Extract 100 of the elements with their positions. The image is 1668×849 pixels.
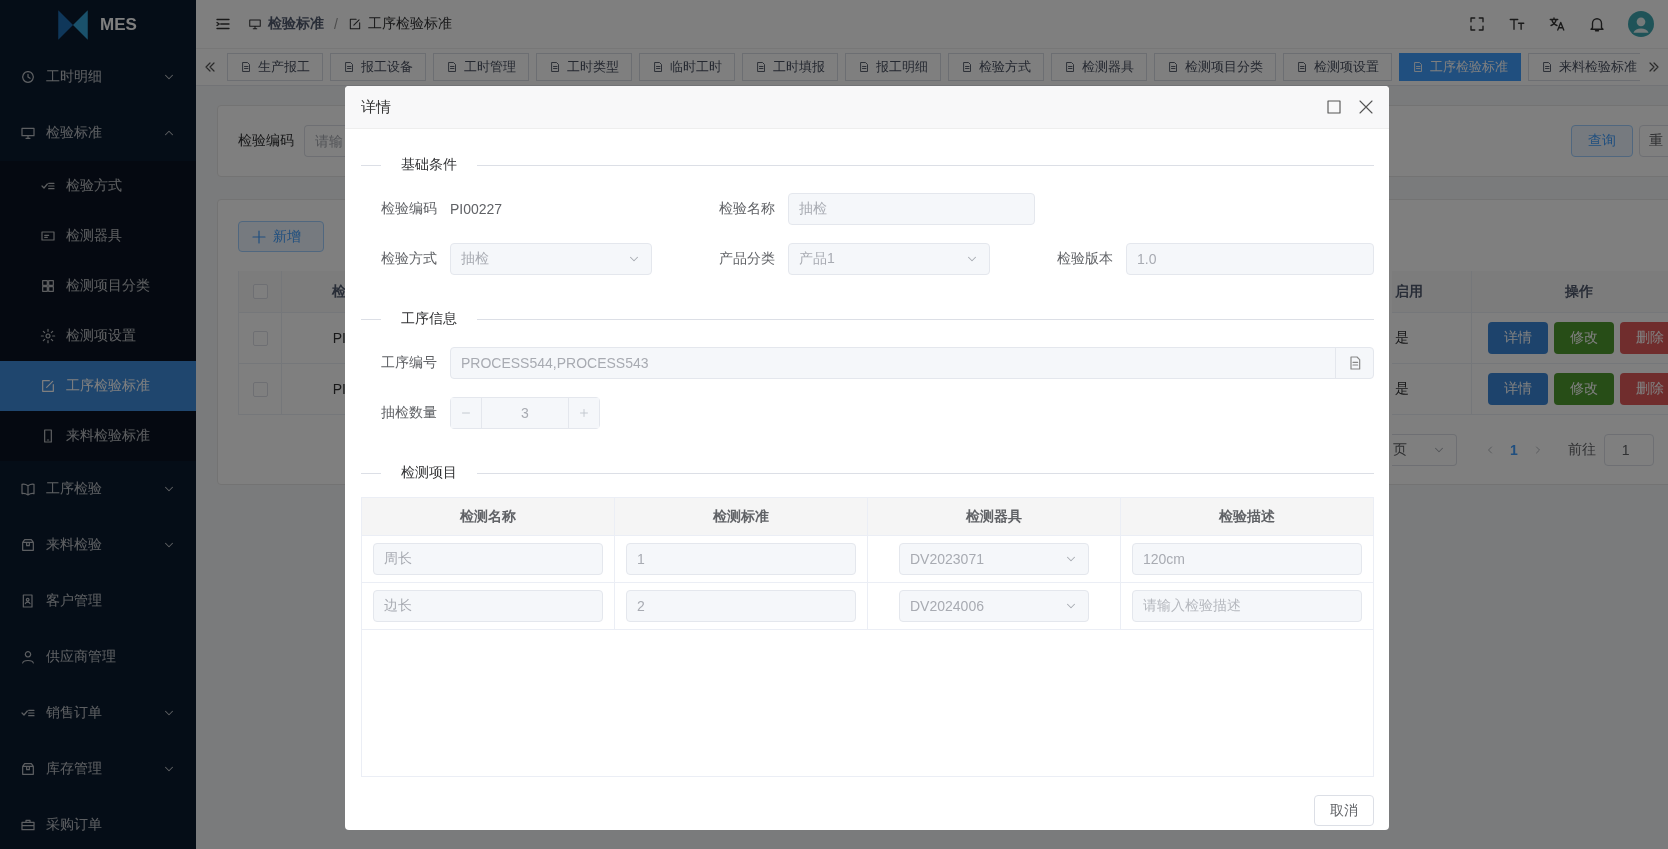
tab[interactable]: 工时管理: [433, 53, 529, 81]
standard-field[interactable]: 1: [626, 543, 856, 575]
gear-icon: [40, 328, 56, 344]
submenu-item[interactable]: 检测器具: [0, 211, 196, 261]
menu-item[interactable]: 库存管理: [0, 741, 196, 797]
menu-item[interactable]: 采购订单: [0, 797, 196, 849]
instrument-select[interactable]: DV2024006: [899, 590, 1089, 622]
document-icon: [240, 61, 252, 73]
bell-icon[interactable]: [1588, 15, 1606, 33]
delete-button[interactable]: 删除: [1620, 373, 1668, 405]
menu-item[interactable]: 供应商管理: [0, 629, 196, 685]
search-label: 检验编码: [238, 132, 294, 150]
tab[interactable]: 检测项目分类: [1154, 53, 1276, 81]
name-field[interactable]: 周长: [373, 543, 603, 575]
avatar-icon[interactable]: [1628, 11, 1654, 37]
column-header: 检测名称: [362, 498, 615, 535]
description-field[interactable]: 请输入检验描述: [1132, 590, 1362, 622]
document-icon: [652, 61, 664, 73]
column-header: 操作: [1564, 281, 1594, 301]
method-select[interactable]: 抽检: [450, 243, 652, 275]
process-field[interactable]: PROCESS544,PROCESS543: [450, 347, 1374, 379]
breadcrumb-item[interactable]: 工序检验标准: [367, 15, 452, 33]
submenu-item[interactable]: 检测项目分类: [0, 261, 196, 311]
plus-icon: [251, 228, 267, 245]
monitor-icon: [20, 125, 36, 141]
cancel-button[interactable]: 取消: [1314, 795, 1374, 826]
edit-button[interactable]: 修改: [1554, 322, 1614, 354]
table-cell-text: PI: [331, 380, 347, 399]
tab[interactable]: 工序检验标准: [1399, 53, 1521, 81]
standard-field[interactable]: 2: [626, 590, 856, 622]
document-icon: [1296, 61, 1308, 73]
document-icon: [1412, 61, 1424, 73]
query-button[interactable]: 查询: [1571, 125, 1633, 157]
plus-icon: [578, 407, 590, 419]
table-cell: 是: [1392, 313, 1472, 363]
details-button[interactable]: 详情: [1488, 373, 1548, 405]
menu-item[interactable]: 客户管理: [0, 573, 196, 629]
section-title: 检测项目: [400, 464, 458, 482]
field-label: 抽检数量: [381, 404, 438, 422]
fullscreen-icon[interactable]: [1468, 15, 1486, 33]
field-label: 工序编号: [381, 354, 438, 372]
breadcrumb-item[interactable]: 检验标准: [268, 15, 324, 33]
menu-item[interactable]: 检验标准: [0, 105, 196, 161]
column-header: 检测标准: [615, 498, 868, 535]
translate-icon[interactable]: [1548, 15, 1566, 33]
logo-icon: [56, 7, 90, 42]
submenu-item[interactable]: 来料检验标准: [0, 411, 196, 461]
edit-button[interactable]: 修改: [1554, 373, 1614, 405]
tab[interactable]: 检测项设置: [1283, 53, 1392, 81]
document-icon: [446, 61, 458, 73]
tab[interactable]: 报工明细: [845, 53, 941, 81]
details-button[interactable]: 详情: [1488, 322, 1548, 354]
field-label: 产品分类: [719, 250, 776, 268]
document-icon: [1064, 61, 1076, 73]
tab[interactable]: 工时填报: [742, 53, 838, 81]
box-icon: [20, 761, 36, 777]
field-value: PI00227: [450, 201, 503, 217]
box-icon: [20, 537, 36, 553]
submenu-item[interactable]: 检测项设置: [0, 311, 196, 361]
tab[interactable]: 报工设备: [330, 53, 426, 81]
close-icon[interactable]: [1357, 98, 1375, 116]
field-label: 检验名称: [719, 200, 776, 218]
maximize-icon[interactable]: [1325, 98, 1343, 116]
dialog-title: 详情: [361, 97, 392, 117]
tab[interactable]: 生产报工: [227, 53, 323, 81]
name-field[interactable]: 边长: [373, 590, 603, 622]
name-field[interactable]: 抽检: [788, 193, 1035, 225]
table-cell: 是: [1392, 364, 1472, 414]
menu-item[interactable]: 销售订单: [0, 685, 196, 741]
field-label: 检验方式: [381, 250, 438, 268]
grid-icon: [40, 278, 56, 294]
tab[interactable]: 临时工时: [639, 53, 735, 81]
submenu-item[interactable]: 工序检验标准: [0, 361, 196, 411]
page-number[interactable]: 1: [1510, 442, 1518, 458]
delete-button[interactable]: 删除: [1620, 322, 1668, 354]
submenu-item[interactable]: 检验方式: [0, 161, 196, 211]
menu-item[interactable]: 工时明细: [0, 49, 196, 105]
edit-icon: [347, 17, 362, 31]
document-icon: [858, 61, 870, 73]
goto-field[interactable]: 1: [1603, 434, 1654, 466]
tab[interactable]: 工时类型: [536, 53, 632, 81]
clock-icon: [20, 69, 36, 85]
field-label: 检验编码: [381, 200, 438, 218]
instrument-select[interactable]: DV2023071: [899, 543, 1089, 575]
page-size-select[interactable]: 页: [1392, 434, 1457, 466]
tab[interactable]: 检测器具: [1051, 53, 1147, 81]
tab[interactable]: 来料检验标准: [1528, 53, 1640, 81]
card-icon: [40, 228, 56, 244]
breadcrumb-separator: /: [334, 16, 338, 32]
menu-item[interactable]: 工序检验: [0, 461, 196, 517]
edit-icon: [40, 378, 56, 394]
monitor-icon: [248, 17, 262, 31]
add-button[interactable]: 新增: [238, 221, 324, 252]
description-field[interactable]: 120cm: [1132, 543, 1362, 575]
category-select[interactable]: 产品1: [788, 243, 990, 275]
tab[interactable]: 检验方式: [948, 53, 1044, 81]
document-icon: [755, 61, 767, 73]
reset-button[interactable]: 重: [1639, 125, 1668, 157]
version-field[interactable]: 1.0: [1126, 243, 1374, 275]
menu-item[interactable]: 来料检验: [0, 517, 196, 573]
